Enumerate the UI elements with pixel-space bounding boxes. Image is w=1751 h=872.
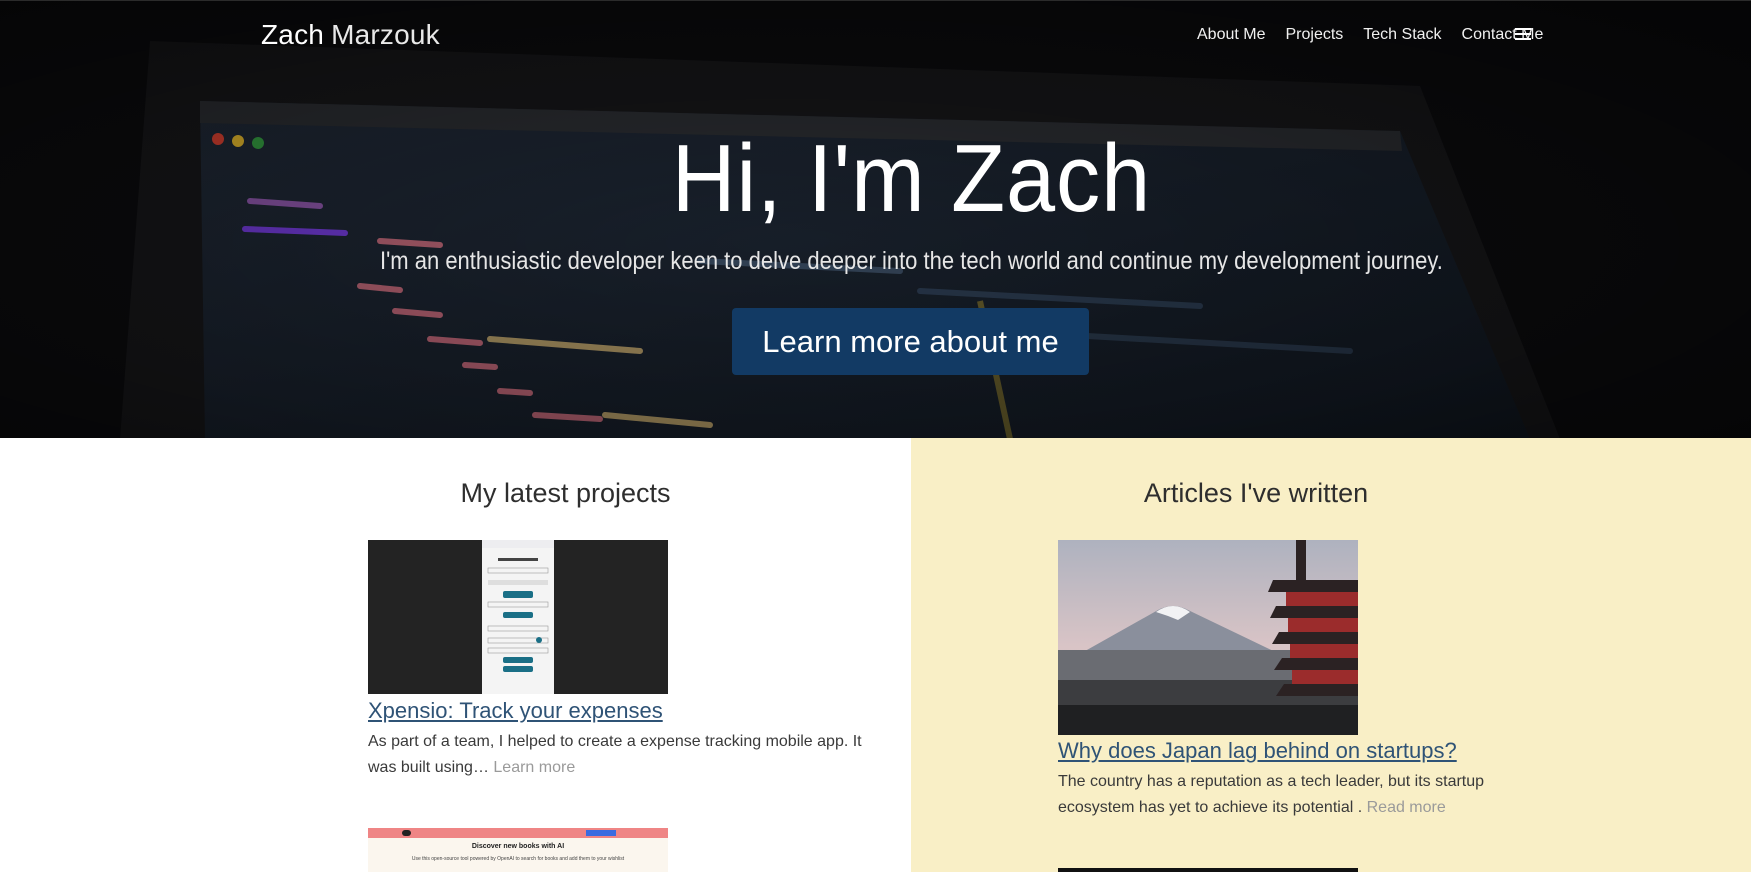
phone-screenshot-image xyxy=(482,540,554,694)
thumbnail-heading: Discover new books with AI xyxy=(471,843,565,850)
project-title-xpensio[interactable]: Xpensio: Track your expenses xyxy=(368,698,663,724)
book-finder-thumbnail[interactable]: Discover new books with AI Use this open… xyxy=(368,828,668,872)
nav-projects[interactable]: Projects xyxy=(1285,26,1343,44)
hero-subtitle: I'm an enthusiastic developer keen to de… xyxy=(379,247,1443,275)
brand-first-name: Zach xyxy=(261,19,325,50)
thumbnail-navbar xyxy=(368,828,668,838)
learn-more-link[interactable]: Learn more xyxy=(493,759,575,776)
articles-section: Articles I've written Why does Japan lag… xyxy=(911,438,1751,872)
hero-section: Zach Marzouk About Me Projects Tech Stack… xyxy=(0,0,1751,438)
thumbnail-logo xyxy=(402,830,411,836)
nav-about-me[interactable]: About Me xyxy=(1197,26,1265,44)
articles-heading: Articles I've written xyxy=(1143,478,1369,508)
thumbnail-text: Use this open-source tool powered by Ope… xyxy=(411,856,625,862)
thumbnail-button xyxy=(586,830,616,836)
learn-more-button[interactable]: Learn more about me xyxy=(732,308,1089,375)
xpensio-thumbnail[interactable] xyxy=(368,540,668,694)
top-nav: Zach Marzouk About Me Projects Tech Stack… xyxy=(0,1,1751,73)
menu-icon[interactable] xyxy=(1515,28,1531,40)
hero-title: Hi, I'm Zach xyxy=(671,125,1152,232)
japan-article-thumbnail[interactable] xyxy=(1058,540,1358,735)
mount-fuji-pagoda-image xyxy=(1058,540,1358,735)
projects-section: My latest projects Xpensio: Track your e… xyxy=(0,438,911,872)
read-more-link[interactable]: Read more xyxy=(1367,799,1446,816)
next-article-thumbnail[interactable] xyxy=(1058,868,1358,872)
article-title-japan[interactable]: Why does Japan lag behind on startups? xyxy=(1058,738,1457,764)
nav-links: About Me Projects Tech Stack Contact Me xyxy=(1197,26,1543,44)
nav-tech-stack[interactable]: Tech Stack xyxy=(1363,26,1441,44)
project-desc-xpensio: As part of a team, I helped to create a … xyxy=(368,729,868,781)
article-desc-japan: The country has a reputation as a tech l… xyxy=(1058,769,1498,821)
brand-last-name: Marzouk xyxy=(331,19,440,50)
nav-contact-me[interactable]: Contact Me xyxy=(1462,26,1544,44)
project-desc-text: As part of a team, I helped to create a … xyxy=(368,733,862,776)
brand-logo[interactable]: Zach Marzouk xyxy=(261,19,440,51)
